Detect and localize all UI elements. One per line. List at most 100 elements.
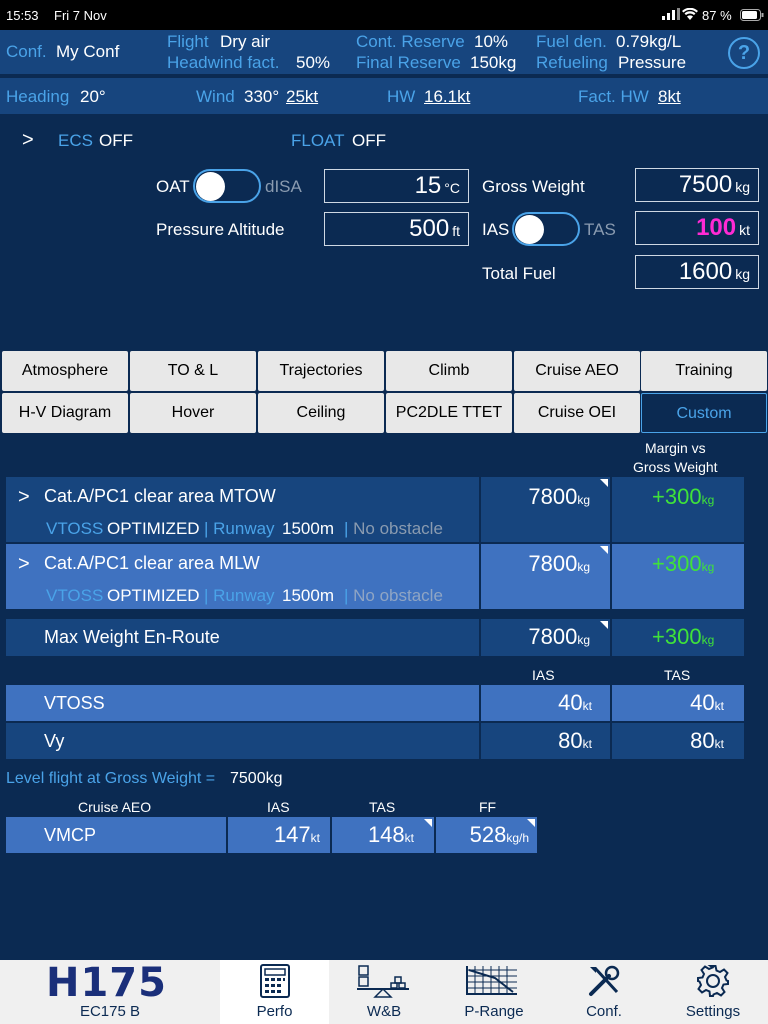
pressure-altitude-input[interactable]: 500 ft (324, 212, 469, 246)
h175-logo: H175 (46, 960, 167, 1006)
signal-icon (662, 8, 680, 23)
tab-ceiling[interactable]: Ceiling (258, 393, 384, 433)
speed-row-label: VTOSS (44, 693, 105, 713)
toggle-knob (196, 172, 225, 201)
result-row-mlw[interactable]: > Cat.A/PC1 clear area MLW VTOSS OPTIMIZ… (6, 544, 744, 609)
speed-tas-cell: 40kt (610, 685, 744, 721)
result-value: 7800kg (528, 484, 590, 509)
obstacle-value: | No obstacle (344, 519, 443, 538)
pressure-altitude-unit: ft (452, 223, 460, 239)
status-time: 15:53 (6, 8, 39, 23)
total-fuel-unit: kg (735, 266, 750, 282)
calculator-icon (260, 964, 290, 1002)
runway-value: 1500m (282, 519, 334, 538)
cont-reserve-label: Cont. Reserve (356, 32, 465, 51)
oat-disa-toggle[interactable] (193, 169, 261, 203)
headwind-label: Headwind fact. (167, 53, 280, 72)
vtoss-value: OPTIMIZED (107, 519, 200, 538)
vtoss-label: VTOSS (46, 586, 104, 605)
nav-aircraft[interactable]: H175 EC175 B (0, 960, 220, 1024)
speed-value: 100 (696, 214, 737, 241)
nav-conf[interactable]: Conf. (549, 960, 659, 1024)
pressure-altitude-label: Pressure Altitude (156, 220, 285, 239)
status-date: Fri 7 Nov (54, 8, 107, 23)
help-button[interactable]: ? (728, 37, 760, 69)
result-value: 7800kg (528, 624, 590, 649)
result-title: Cat.A/PC1 clear area MLW (44, 553, 260, 573)
tools-icon (587, 964, 621, 1002)
wind-header[interactable]: Heading 20° Wind 330° 25kt HW 16.1kt Fac… (0, 78, 768, 114)
result-value-cell: 7800kg (479, 619, 610, 656)
final-reserve-label: Final Reserve (356, 53, 461, 72)
wind-direction: 330° (244, 87, 280, 106)
expand-options-chevron-icon[interactable]: > (22, 129, 34, 152)
hw-value: 16.1kt (424, 87, 471, 106)
battery-percent: 87 % (702, 8, 732, 23)
wind-speed: 25kt (286, 87, 319, 106)
nav-label: Conf. (586, 1003, 622, 1020)
ecs-value[interactable]: OFF (99, 131, 133, 151)
total-fuel-input[interactable]: 1600 kg (635, 255, 759, 289)
speed-tas-cell: 80kt (610, 723, 744, 759)
lf-ff-cell: 528kg/h (434, 817, 537, 853)
lf-ff-header: FF (479, 799, 497, 815)
balance-icon (357, 964, 411, 1002)
vmcp-label: VMCP (44, 825, 97, 845)
lf-tas-header: TAS (369, 799, 396, 815)
heading-label: Heading (6, 87, 70, 106)
range-chart-icon (465, 964, 519, 1002)
tab-pc2dle-ttet[interactable]: PC2DLE TTET (386, 393, 512, 433)
refueling-value: Pressure (618, 53, 687, 72)
obstacle-value: | No obstacle (344, 586, 443, 605)
gross-weight-unit: kg (735, 179, 750, 195)
conf-label: Conf. (6, 42, 47, 61)
wifi-icon (682, 7, 698, 23)
fact-hw-label: Fact. HW (578, 87, 649, 106)
tas-label: TAS (584, 220, 616, 239)
result-row-mtow[interactable]: > Cat.A/PC1 clear area MTOW VTOSS OPTIMI… (6, 477, 744, 542)
nav-settings[interactable]: Settings (658, 960, 768, 1024)
speed-input[interactable]: 100 kt (635, 211, 759, 245)
margin-header-line1: Margin vs (645, 440, 706, 456)
tab-cruise-oei[interactable]: Cruise OEI (514, 393, 640, 433)
bottom-nav: H175 EC175 B Perfo W&B P-Range Conf. Set… (0, 960, 768, 1024)
flight-label: Flight (167, 32, 209, 51)
cruise-aeo-header: Cruise AEO (78, 799, 152, 815)
tab-trajectories[interactable]: Trajectories (258, 351, 384, 391)
tab-hv-diagram[interactable]: H-V Diagram (2, 393, 128, 433)
toggle-knob (515, 215, 544, 244)
vtoss-label: VTOSS (46, 519, 104, 538)
tab-hover[interactable]: Hover (130, 393, 256, 433)
chevron-right-icon: > (18, 553, 30, 575)
result-margin: +300kg (652, 484, 715, 509)
tab-atmosphere[interactable]: Atmosphere (2, 351, 128, 391)
fact-hw-value: 8kt (658, 87, 681, 106)
margin-header-line2: Gross Weight (633, 459, 718, 475)
flight-value: Dry air (220, 32, 271, 51)
nav-perfo[interactable]: Perfo (220, 960, 329, 1024)
tab-custom[interactable]: Custom (641, 393, 767, 433)
final-reserve-value: 150kg (470, 53, 517, 72)
tab-training[interactable]: Training (641, 351, 767, 391)
speed-row-label: Vy (44, 731, 65, 751)
tab-cruise-aeo[interactable]: Cruise AEO (514, 351, 640, 391)
result-margin: +300kg (652, 624, 715, 649)
gross-weight-input[interactable]: 7500 kg (635, 168, 759, 202)
gross-weight-value: 7500 (678, 171, 733, 198)
tab-to-l[interactable]: TO & L (130, 351, 256, 391)
nav-wb[interactable]: W&B (329, 960, 439, 1024)
gear-icon (696, 964, 730, 1002)
tab-climb[interactable]: Climb (386, 351, 512, 391)
float-value[interactable]: OFF (352, 131, 386, 151)
nav-p-range[interactable]: P-Range (439, 960, 549, 1024)
config-header[interactable]: Conf. My Conf Flight Dry air Headwind fa… (0, 30, 768, 74)
runway-label: | Runway (204, 586, 275, 605)
nav-label: W&B (366, 1003, 402, 1020)
result-row-en-route[interactable]: Max Weight En-Route 7800kg +300kg (6, 619, 744, 656)
oat-input[interactable]: 15 °C (324, 169, 469, 203)
speed-ias-cell: 40kt (479, 685, 610, 721)
speed-row-vy: Vy 80kt 80kt (6, 723, 744, 759)
ecs-label: ECS (58, 131, 93, 150)
speed-ias-value: 80kt (558, 728, 592, 753)
ias-tas-toggle[interactable] (512, 212, 580, 246)
